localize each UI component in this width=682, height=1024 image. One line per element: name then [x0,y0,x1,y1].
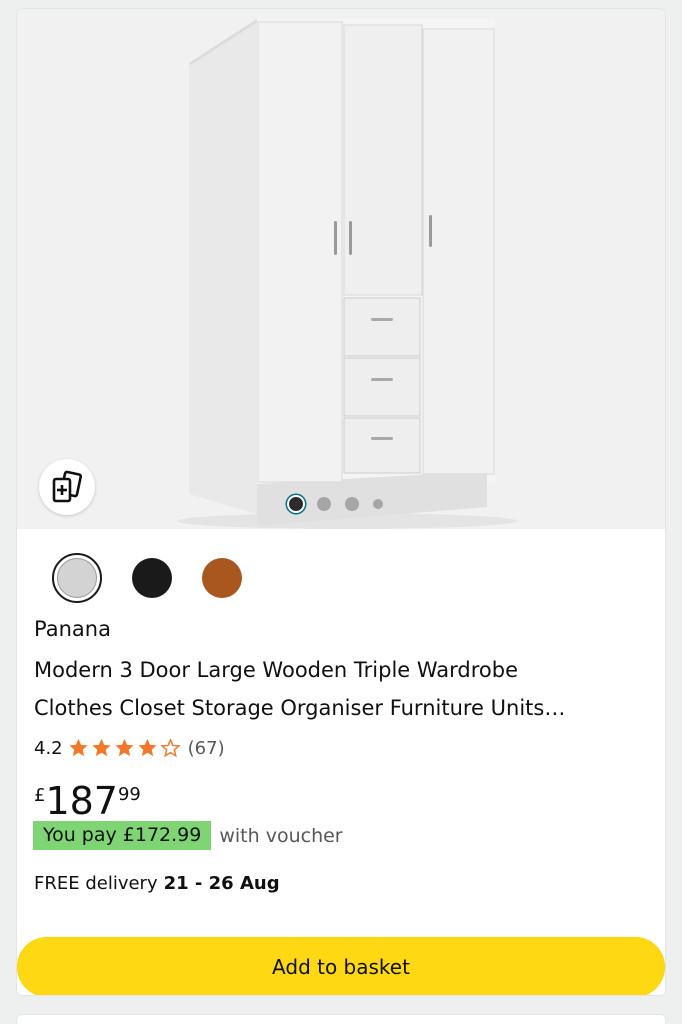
swatch-white-fill [57,558,97,598]
swatch-black[interactable] [132,558,172,598]
star-full-icon [114,738,134,757]
carousel-dots [289,497,383,511]
carousel-dot-1[interactable] [289,497,303,511]
price: £ 187 99 [34,779,141,823]
swatch-white[interactable] [52,553,102,603]
brand-name: Panana [34,617,111,641]
product-image-carousel[interactable] [17,9,665,529]
product-card[interactable]: Panana Modern 3 Door Large Wooden Triple… [16,8,666,996]
star-rating [67,737,182,759]
carousel-dot-3[interactable] [345,497,359,511]
star-full-icon [68,738,88,757]
rating-row[interactable]: 4.2 (67) [34,737,225,759]
review-count: (67) [187,737,225,759]
product-title-line-1: Modern 3 Door Large Wooden Triple Wardro… [34,658,519,682]
star-full-icon [91,738,111,757]
wardrobe-image [177,19,517,529]
delivery-label: FREE delivery [34,873,158,894]
delivery-info: FREE delivery 21 - 26 Aug [34,873,280,894]
price-currency: £ [34,785,46,806]
price-fraction: 99 [117,784,141,805]
product-title[interactable]: Modern 3 Door Large Wooden Triple Wardro… [34,651,659,727]
voucher-row: You pay £172.99 with voucher [33,821,343,850]
voucher-text: with voucher [219,824,343,847]
carousel-dot-4[interactable] [373,499,383,509]
compare-button[interactable] [39,459,95,515]
swatch-brown[interactable] [202,558,242,598]
star-full-icon [137,738,157,757]
compare-plus-icon [52,470,83,503]
rating-value: 4.2 [34,737,63,759]
color-swatches [52,553,242,603]
carousel-dot-2[interactable] [317,497,331,511]
add-to-basket-button[interactable]: Add to basket [17,937,665,995]
price-whole: 187 [45,779,118,823]
delivery-dates: 21 - 26 Aug [163,873,280,894]
star-empty-icon [159,738,181,758]
product-title-line-2: Clothes Closet Storage Organiser Furnitu… [34,696,566,720]
next-product-card[interactable] [16,1014,666,1024]
voucher-badge: You pay £172.99 [33,821,212,850]
